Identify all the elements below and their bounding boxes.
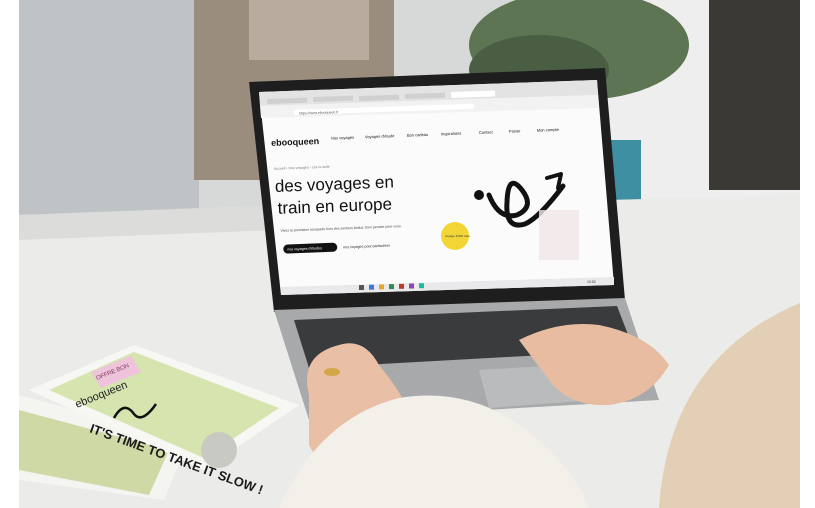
nav-contact[interactable]: Contact [479, 129, 494, 135]
photo: OFFRE BON ebooqueen IT'S TIME TO TAKE IT… [19, 0, 800, 508]
stone-wall-light [249, 0, 369, 60]
wall-shadow [19, 0, 199, 230]
taskbar-icon-3[interactable] [379, 284, 384, 290]
nav-mon-compte[interactable]: Mon compte [537, 127, 560, 133]
ring [324, 368, 340, 376]
nav-panier[interactable]: Panier [509, 128, 521, 133]
taskbar-icon-1[interactable] [359, 285, 364, 290]
taskbar-icon-2[interactable] [369, 284, 374, 290]
site-logo[interactable]: ebooqueen [271, 136, 319, 148]
nav-inspirations[interactable]: Inspirations [441, 131, 462, 137]
badge-text: voyage 100% train [445, 234, 470, 238]
hero-building-sketch [539, 210, 579, 260]
nav-nos-voyages[interactable]: Nos voyages [331, 135, 354, 141]
taskbar-clock: 10:52 [587, 280, 596, 284]
taskbar-icon-4[interactable] [389, 284, 394, 290]
hero-dot [474, 190, 484, 200]
taskbar-icon-7[interactable] [419, 283, 424, 289]
taskbar-icon-6[interactable] [409, 283, 414, 289]
pillar [709, 0, 800, 190]
nav-bon-cadeau[interactable]: Bon cadeau [407, 132, 429, 138]
flyer-stamp [201, 432, 237, 468]
taskbar-icon-5[interactable] [399, 283, 404, 289]
